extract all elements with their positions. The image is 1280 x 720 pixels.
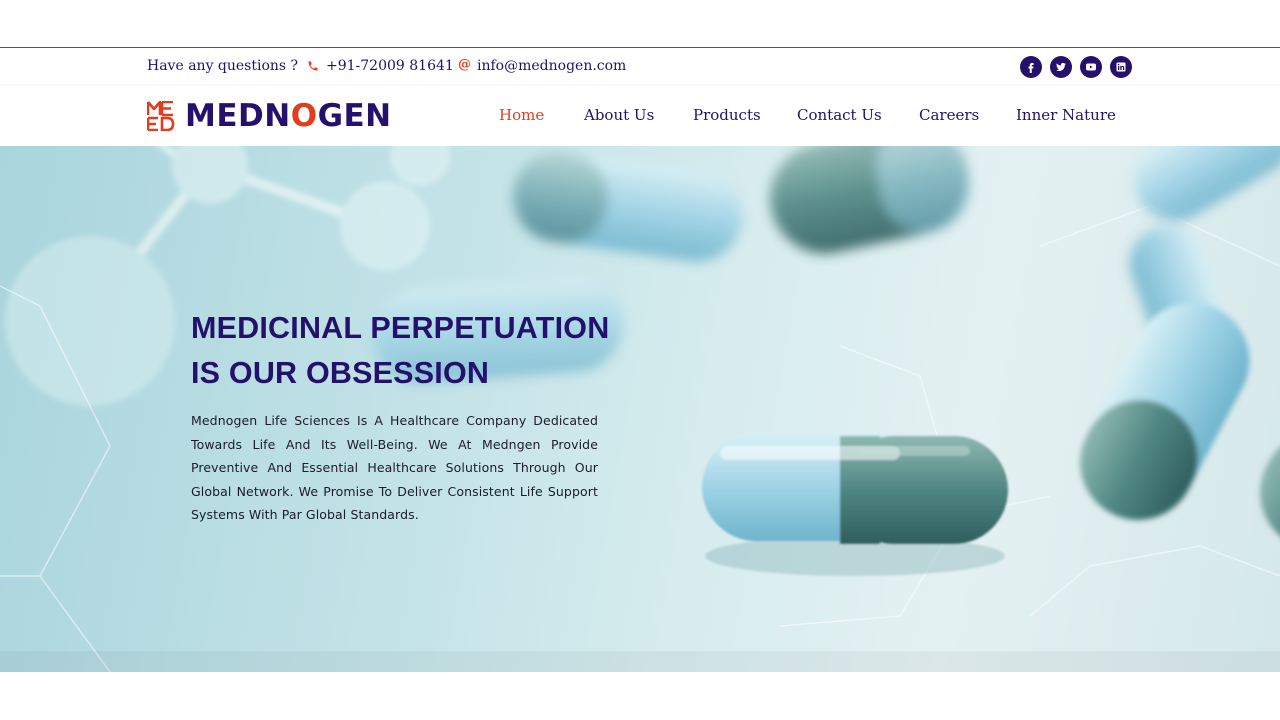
- nav-careers[interactable]: Careers: [919, 106, 979, 124]
- twitter-icon: [1056, 62, 1066, 71]
- facebook-icon: [1028, 63, 1034, 73]
- phone-link[interactable]: +91-72009 81641: [326, 58, 454, 74]
- phone-icon: [308, 61, 318, 71]
- main-header: MEDNOGEN Home About Us Products Contact …: [0, 86, 1280, 146]
- nav-inner-nature[interactable]: Inner Nature: [1016, 106, 1116, 124]
- linkedin-icon: [1116, 62, 1126, 72]
- linkedin-button[interactable]: [1110, 56, 1132, 78]
- questions-label: Have any questions ?: [147, 58, 299, 74]
- hero-description: Mednogen Life Sciences Is A Healthcare C…: [191, 413, 598, 522]
- youtube-button[interactable]: [1080, 56, 1102, 78]
- nav-about-us[interactable]: About Us: [584, 106, 654, 124]
- brand-name: MEDNOGEN: [185, 98, 392, 134]
- email-link[interactable]: info@mednogen.com: [477, 58, 626, 74]
- hero-banner: MEDICINAL PERPETUATION IS OUR OBSESSION …: [0, 146, 1280, 672]
- contact-bar: Have any questions ? +91-72009 81641 @ i…: [0, 48, 1280, 86]
- nav-products[interactable]: Products: [693, 106, 761, 124]
- brand-logo[interactable]: MEDNOGEN: [147, 99, 392, 133]
- email-icon: @: [458, 57, 471, 72]
- capsule-graphic: [702, 433, 1008, 576]
- mednogen-logo-mark-icon: [147, 101, 175, 131]
- twitter-button[interactable]: [1050, 56, 1072, 78]
- nav-contact-us[interactable]: Contact Us: [797, 106, 882, 124]
- facebook-button[interactable]: [1020, 56, 1042, 78]
- nav-home[interactable]: Home: [499, 106, 544, 124]
- hero-heading: MEDICINAL PERPETUATION IS OUR OBSESSION: [191, 311, 610, 390]
- youtube-icon: [1086, 63, 1096, 71]
